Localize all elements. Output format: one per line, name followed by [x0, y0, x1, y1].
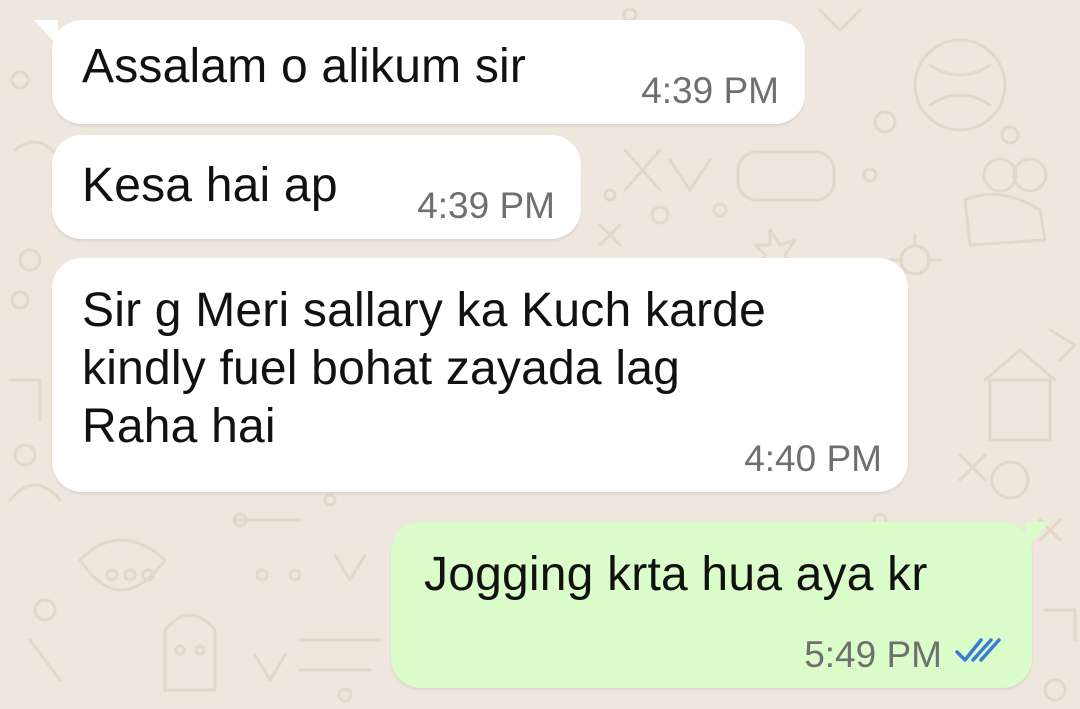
outgoing-message[interactable]: Jogging krta hua aya kr 5:49 PM — [391, 522, 1050, 688]
message-time: 4:40 PM — [744, 438, 882, 479]
incoming-message[interactable]: Assalam o alikum sir 4:39 PM — [34, 20, 805, 124]
bubble-tail — [34, 20, 58, 46]
message-time: 4:39 PM — [641, 70, 779, 111]
message-text: Assalam o alikum sir — [82, 40, 527, 93]
bubble-tail — [1026, 522, 1050, 548]
message-text: Jogging krta hua aya kr — [424, 548, 928, 601]
double-check-icon — [954, 636, 1002, 671]
incoming-message[interactable]: Kesa hai ap 4:39 PM — [52, 135, 581, 239]
message-text: Sir g Meri sallary ka Kuch karde kindly … — [82, 284, 766, 453]
incoming-message[interactable]: Sir g Meri sallary ka Kuch karde kindly … — [52, 258, 908, 492]
message-text: Kesa hai ap — [82, 159, 338, 212]
message-time: 5:49 PM — [804, 634, 942, 675]
message-time: 4:39 PM — [417, 185, 555, 226]
